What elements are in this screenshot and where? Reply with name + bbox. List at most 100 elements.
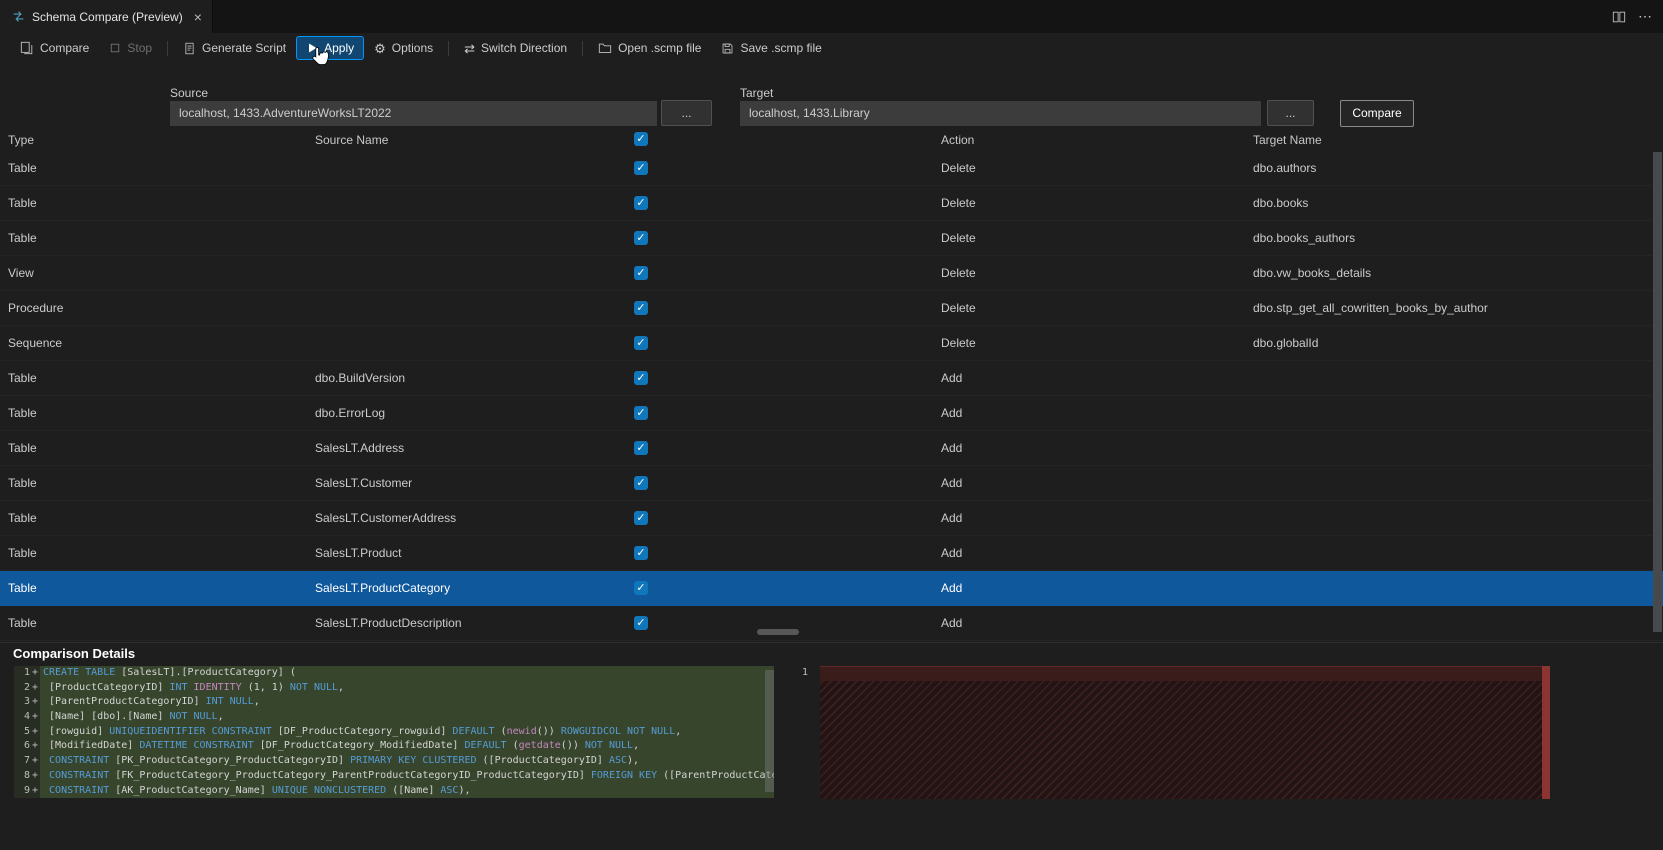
grid-vertical-scrollbar[interactable] (1653, 152, 1662, 632)
play-icon (306, 42, 318, 54)
table-row[interactable]: Table SalesLT.CustomerAddress ✓ Add (0, 501, 1663, 536)
table-row[interactable]: Table SalesLT.ProductDescription ✓ Add (0, 606, 1663, 641)
diff-target-line-number: 1 (801, 667, 808, 678)
row-source-name: SalesLT.ProductCategory (315, 581, 451, 595)
open-scmp-button[interactable]: Open .scmp file (588, 36, 711, 60)
row-checkbox[interactable]: ✓ (634, 231, 648, 245)
diff-added-line: 3 + [ParentProductCategoryID] INT NULL, (14, 695, 774, 711)
tab-title: Schema Compare (Preview) (32, 9, 183, 24)
row-action: Delete (941, 161, 976, 175)
table-row[interactable]: Sequence ✓ Delete dbo.globalId (0, 326, 1663, 361)
row-checkbox[interactable]: ✓ (634, 511, 648, 525)
row-action: Add (941, 371, 963, 385)
target-connection-field[interactable]: localhost, 1433.Library (740, 101, 1261, 126)
table-row[interactable]: Table ✓ Delete dbo.books (0, 186, 1663, 221)
column-header-action[interactable]: Action (941, 133, 974, 147)
row-checkbox[interactable]: ✓ (634, 476, 648, 490)
row-action: Add (941, 616, 963, 630)
more-actions-icon[interactable]: ⋯ (1638, 8, 1653, 25)
row-checkbox[interactable]: ✓ (634, 581, 648, 595)
compare-toolbar-button[interactable]: Compare (10, 36, 99, 60)
row-checkbox[interactable]: ✓ (634, 196, 648, 210)
table-row[interactable]: Table ✓ Delete dbo.authors (0, 151, 1663, 186)
close-icon[interactable]: × (194, 9, 202, 25)
switch-direction-button[interactable]: ⇄ Switch Direction (454, 36, 577, 60)
toolbar-separator (167, 40, 169, 56)
comparison-details-title: Comparison Details (13, 646, 136, 661)
diff-added-line: 2 + [ProductCategoryID] INT IDENTITY (1, … (14, 680, 774, 696)
row-source-name: SalesLT.ProductDescription (315, 616, 462, 630)
row-checkbox[interactable]: ✓ (634, 336, 648, 350)
row-action: Add (941, 476, 963, 490)
row-target-name: dbo.books (1253, 196, 1309, 210)
source-connection-field[interactable]: localhost, 1433.AdventureWorksLT2022 (170, 101, 657, 126)
table-row[interactable]: Procedure ✓ Delete dbo.stp_get_all_cowri… (0, 291, 1663, 326)
diff-source-editor[interactable]: 1 + CREATE TABLE [SalesLT].[ProductCategor… (14, 666, 774, 850)
row-type: Sequence (8, 336, 63, 350)
row-checkbox[interactable]: ✓ (634, 371, 648, 385)
diff-editor-scrollbar[interactable] (765, 670, 774, 792)
switch-arrows-icon: ⇄ (464, 40, 476, 56)
folder-open-icon (598, 41, 612, 55)
save-scmp-button[interactable]: Save .scmp file (711, 36, 831, 60)
apply-button[interactable]: Apply (296, 36, 365, 60)
row-checkbox[interactable]: ✓ (634, 546, 648, 560)
schema-diff-grid: Table ✓ Delete dbo.authors Table ✓ Delet… (0, 151, 1663, 641)
stop-label: Stop (127, 41, 153, 55)
row-type: Table (8, 476, 37, 490)
table-row[interactable]: Table dbo.ErrorLog ✓ Add (0, 396, 1663, 431)
details-divider (0, 642, 1663, 643)
source-browse-button[interactable]: ... (661, 100, 712, 126)
row-source-name: SalesLT.Address (315, 441, 405, 455)
column-header-type[interactable]: Type (8, 133, 34, 147)
generate-script-button[interactable]: Generate Script (173, 36, 296, 60)
split-editor-icon[interactable] (1612, 10, 1626, 24)
table-row[interactable]: Table SalesLT.Address ✓ Add (0, 431, 1663, 466)
options-button[interactable]: ⚙ Options (364, 36, 443, 60)
select-all-checkbox[interactable]: ✓ (634, 132, 648, 146)
diff-added-line: 1 + CREATE TABLE [SalesLT].[ProductCategor… (14, 666, 774, 681)
row-checkbox[interactable]: ✓ (634, 441, 648, 455)
table-row[interactable]: View ✓ Delete dbo.vw_books_details (0, 256, 1663, 291)
table-row[interactable]: Table dbo.BuildVersion ✓ Add (0, 361, 1663, 396)
gear-icon: ⚙ (374, 40, 386, 56)
row-target-name: dbo.vw_books_details (1253, 266, 1372, 280)
editor-tab-bar: Schema Compare (Preview) × ⋯ (0, 0, 1663, 33)
row-source-name: SalesLT.Product (315, 546, 402, 560)
grid-horizontal-scrollbar[interactable] (757, 629, 799, 635)
schema-compare-icon (12, 10, 25, 23)
row-checkbox[interactable]: ✓ (634, 406, 648, 420)
row-action: Delete (941, 196, 976, 210)
row-target-name: dbo.authors (1253, 161, 1317, 175)
diff-added-line: 9 + CONSTRAINT [AK_ProductCategory_Name] … (14, 783, 774, 799)
diff-target-editor[interactable]: 1 (790, 666, 1550, 850)
table-row[interactable]: Table SalesLT.Product ✓ Add (0, 536, 1663, 571)
row-source-name: SalesLT.Customer (315, 476, 413, 490)
tab-schema-compare[interactable]: Schema Compare (Preview) × (0, 0, 213, 33)
column-header-source[interactable]: Source Name (315, 133, 388, 147)
row-type: Table (8, 546, 37, 560)
diff-added-line: 8 + CONSTRAINT [FK_ProductCategory_Produc… (14, 768, 774, 784)
open-scmp-label: Open .scmp file (618, 41, 702, 55)
row-type: Table (8, 196, 37, 210)
save-scmp-label: Save .scmp file (740, 41, 822, 55)
column-header-target[interactable]: Target Name (1253, 133, 1322, 147)
diff-added-line: 4 + [Name] [dbo].[Name] NOT NULL, (14, 710, 774, 725)
row-checkbox[interactable]: ✓ (634, 161, 648, 175)
options-label: Options (391, 41, 434, 55)
row-type: View (8, 266, 34, 280)
table-row[interactable]: Table SalesLT.ProductCategory ✓ Add (0, 571, 1663, 606)
row-action: Add (941, 546, 963, 560)
row-checkbox[interactable]: ✓ (634, 301, 648, 315)
target-label: Target (740, 86, 774, 100)
target-browse-button[interactable]: ... (1267, 100, 1314, 126)
table-row[interactable]: Table ✓ Delete dbo.books_authors (0, 221, 1663, 256)
row-target-name: dbo.books_authors (1253, 231, 1356, 245)
row-checkbox[interactable]: ✓ (634, 266, 648, 280)
row-checkbox[interactable]: ✓ (634, 616, 648, 630)
compare-action-button[interactable]: Compare (1340, 100, 1414, 127)
table-row[interactable]: Table SalesLT.Customer ✓ Add (0, 466, 1663, 501)
row-action: Delete (941, 266, 976, 280)
row-action: Delete (941, 301, 976, 315)
toolbar-separator (582, 40, 584, 56)
